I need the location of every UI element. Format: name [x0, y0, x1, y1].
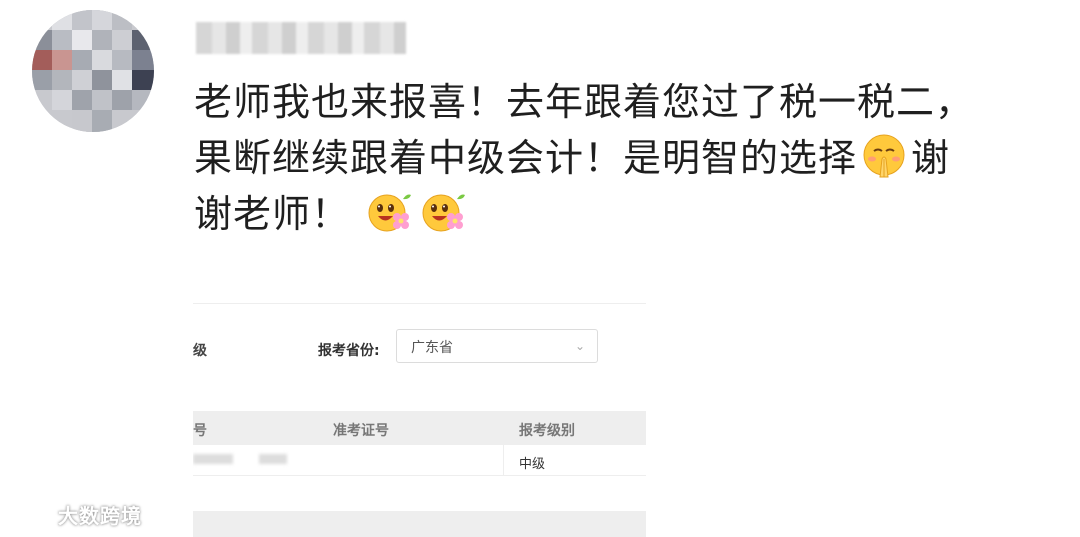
comment-body: 老师我也来报喜！去年跟着您过了税一税二， 果断继续跟着中级会计！是明智的选择 谢… — [194, 74, 1044, 242]
exam-level-cell: 中级 — [519, 457, 546, 472]
table-header-id-partial: 号 — [193, 423, 207, 439]
level-label-partial: 级 — [193, 343, 207, 359]
table-footer-bar — [193, 511, 646, 537]
flower-smile-emoji-icon — [368, 194, 412, 232]
watermark: 大数跨境 — [8, 500, 142, 529]
comment-line-2-text: 果断继续跟着中级会计！是明智的选择 — [194, 136, 858, 180]
comment-line-2-end: 谢 — [911, 136, 951, 180]
watermark-text: 大数跨境 — [58, 504, 142, 528]
table-header: 号 准考证号 报考级别 — [193, 411, 646, 445]
province-select[interactable]: 广东省 ⌄ — [396, 329, 598, 363]
username-blurred[interactable] — [196, 22, 406, 54]
user-avatar[interactable] — [32, 10, 154, 132]
table-row: 中级 — [193, 445, 646, 476]
table-header-exam-level: 报考级别 — [519, 423, 575, 439]
comment-line-1: 老师我也来报喜！去年跟着您过了税一税二， — [194, 80, 975, 124]
attached-screenshot[interactable]: 级 报考省份: 广东省 ⌄ 号 准考证号 报考级别 中级 — [193, 303, 646, 537]
comment-line-3-text: 谢老师！ — [194, 192, 351, 236]
comment-line-3: 谢老师！ — [194, 186, 1044, 242]
avatar-mosaic — [32, 10, 154, 132]
flower-smile-emoji-icon — [422, 194, 466, 232]
province-label: 报考省份: — [318, 343, 380, 359]
blurred-id — [193, 454, 233, 464]
chevron-down-icon: ⌄ — [574, 339, 585, 353]
blurred-ticket-number — [259, 454, 287, 464]
table-header-admission-ticket: 准考证号 — [333, 423, 389, 439]
province-select-value: 广东省 — [411, 340, 453, 356]
watermark-logo-icon — [10, 508, 50, 524]
praying-hands-emoji-icon — [863, 134, 905, 178]
column-divider — [503, 445, 504, 475]
comment-line-2: 果断继续跟着中级会计！是明智的选择 谢 — [194, 130, 1044, 186]
